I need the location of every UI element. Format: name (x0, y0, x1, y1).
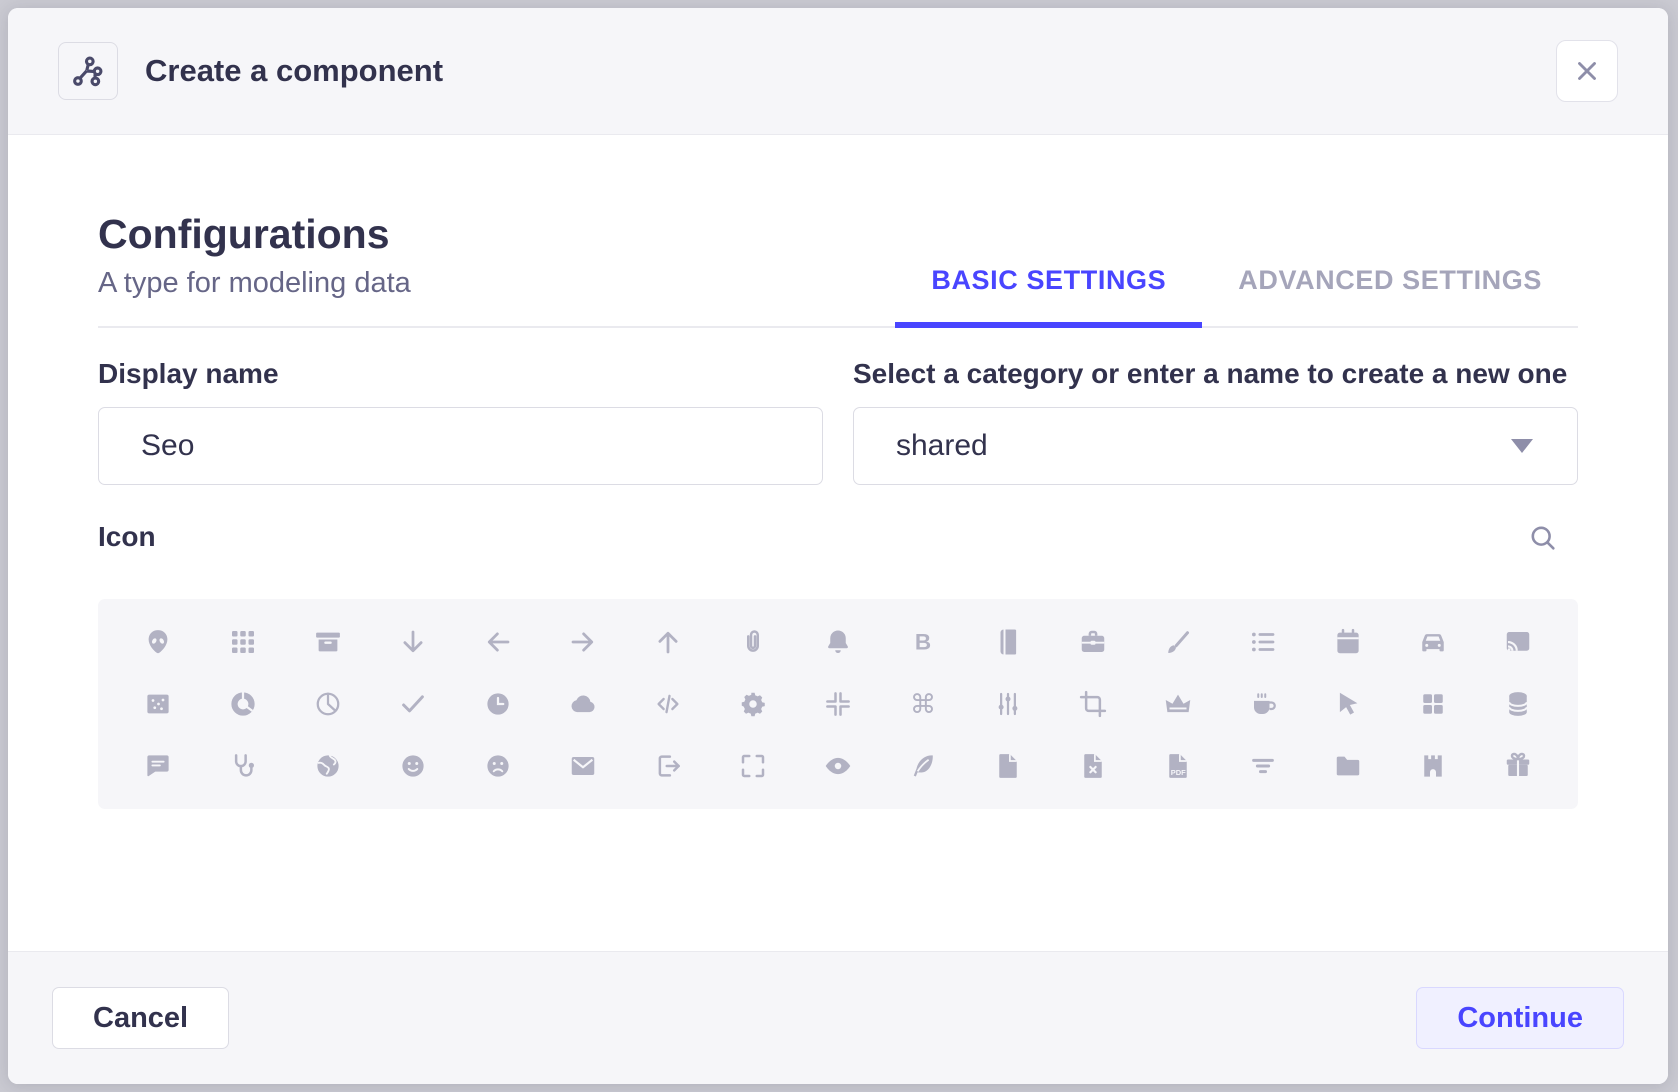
icon-option-dashboard[interactable] (1390, 673, 1475, 735)
icon-option-chart-bubble[interactable] (116, 673, 201, 735)
icon-option-arrow-left[interactable] (456, 611, 541, 673)
icon-option-eye[interactable] (796, 735, 881, 797)
icon-option-chart-circle[interactable] (201, 673, 286, 735)
icon-option-emotion-happy[interactable] (371, 735, 456, 797)
icon-option-exit[interactable] (626, 735, 711, 797)
component-icon (70, 53, 106, 89)
icon-option-arrow-up[interactable] (626, 611, 711, 673)
settings-tabs: BASIC SETTINGS ADVANCED SETTINGS (895, 265, 1578, 326)
icon-option-filter[interactable] (1220, 735, 1305, 797)
icon-option-alien[interactable] (116, 611, 201, 673)
icon-option-emotion-unhappy[interactable] (456, 735, 541, 797)
icon-option-file-pdf[interactable]: PDF (1135, 735, 1220, 797)
modal-footer: Cancel Continue (8, 951, 1668, 1084)
category-field-group: Select a category or enter a name to cre… (853, 358, 1578, 485)
icon-option-cloud[interactable] (541, 673, 626, 735)
svg-text:PDF: PDF (1171, 768, 1186, 777)
icon-picker-box: B ⌘ PDF (98, 599, 1578, 809)
icon-option-chart-pie[interactable] (286, 673, 371, 735)
icon-option-envelop[interactable] (541, 735, 626, 797)
icon-option-cursor[interactable] (1305, 673, 1390, 735)
fields-row: Display name Select a category or enter … (98, 358, 1578, 485)
modal-title: Create a component (145, 53, 443, 89)
icon-option-gate[interactable] (1390, 735, 1475, 797)
icon-option-briefcase[interactable] (1050, 611, 1135, 673)
tab-basic-settings[interactable]: BASIC SETTINGS (895, 265, 1202, 326)
icon-option-car[interactable] (1390, 611, 1475, 673)
display-name-input[interactable] (98, 407, 823, 485)
icon-option-book[interactable] (965, 611, 1050, 673)
icon-option-brush[interactable] (1135, 611, 1220, 673)
icon-option-database[interactable] (1475, 673, 1560, 735)
icon-picker-label: Icon (98, 521, 156, 553)
display-name-field-group: Display name (98, 358, 823, 485)
icon-option-expand[interactable] (711, 735, 796, 797)
search-icon (1527, 522, 1558, 553)
icon-option-arrow-right[interactable] (541, 611, 626, 673)
section-head-row: Configurations A type for modeling data … (98, 211, 1578, 328)
cancel-button[interactable]: Cancel (52, 987, 229, 1049)
icon-option-check[interactable] (371, 673, 456, 735)
modal-header: Create a component (8, 8, 1668, 135)
display-name-label: Display name (98, 358, 823, 390)
icon-option-discuss[interactable] (116, 735, 201, 797)
icon-option-clock[interactable] (456, 673, 541, 735)
icon-option-doctor[interactable] (201, 735, 286, 797)
icon-option-command[interactable]: ⌘ (880, 673, 965, 735)
svg-text:B: B (915, 630, 931, 655)
icon-option-cog[interactable] (711, 673, 796, 735)
category-select-value: shared (896, 429, 988, 463)
icon-option-calendar[interactable] (1305, 611, 1390, 673)
category-label: Select a category or enter a name to cre… (853, 358, 1578, 390)
create-component-modal: Create a component Configurations A type… (8, 8, 1668, 1084)
icon-option-apps[interactable] (201, 611, 286, 673)
icon-option-crown[interactable] (1135, 673, 1220, 735)
modal-body: Configurations A type for modeling data … (8, 135, 1668, 951)
section-titles: Configurations A type for modeling data (98, 211, 411, 326)
tab-advanced-settings[interactable]: ADVANCED SETTINGS (1202, 265, 1578, 326)
icon-option-bell[interactable] (796, 611, 881, 673)
icon-option-arrow-down[interactable] (371, 611, 456, 673)
icon-option-attachment[interactable] (711, 611, 796, 673)
icon-option-gift[interactable] (1475, 735, 1560, 797)
close-button[interactable] (1556, 40, 1618, 102)
icon-option-feather[interactable] (880, 735, 965, 797)
icon-option-code[interactable] (626, 673, 711, 735)
icon-option-crop[interactable] (1050, 673, 1135, 735)
close-icon (1572, 56, 1602, 86)
icon-option-earth[interactable] (286, 735, 371, 797)
icon-option-bold[interactable]: B (880, 611, 965, 673)
modal-backdrop: Create a component Configurations A type… (0, 0, 1678, 1092)
continue-button[interactable]: Continue (1416, 987, 1624, 1049)
icon-option-file-error[interactable] (1050, 735, 1135, 797)
category-select[interactable]: shared (853, 407, 1578, 485)
svg-text:⌘: ⌘ (910, 690, 936, 719)
section-title: Configurations (98, 211, 411, 258)
icon-option-archive[interactable] (286, 611, 371, 673)
icon-picker-head: Icon (98, 521, 1578, 553)
chevron-down-icon (1511, 439, 1533, 453)
icon-grid: B ⌘ PDF (116, 611, 1560, 797)
icon-search-button[interactable] (1527, 522, 1558, 553)
component-icon-box (58, 42, 118, 100)
icon-option-folder[interactable] (1305, 735, 1390, 797)
section-subtitle: A type for modeling data (98, 267, 411, 326)
icon-option-collapse[interactable] (796, 673, 881, 735)
icon-option-bullet-list[interactable] (1220, 611, 1305, 673)
icon-option-connector[interactable] (965, 673, 1050, 735)
icon-option-file[interactable] (965, 735, 1050, 797)
icon-option-cup[interactable] (1220, 673, 1305, 735)
icon-option-cast[interactable] (1475, 611, 1560, 673)
